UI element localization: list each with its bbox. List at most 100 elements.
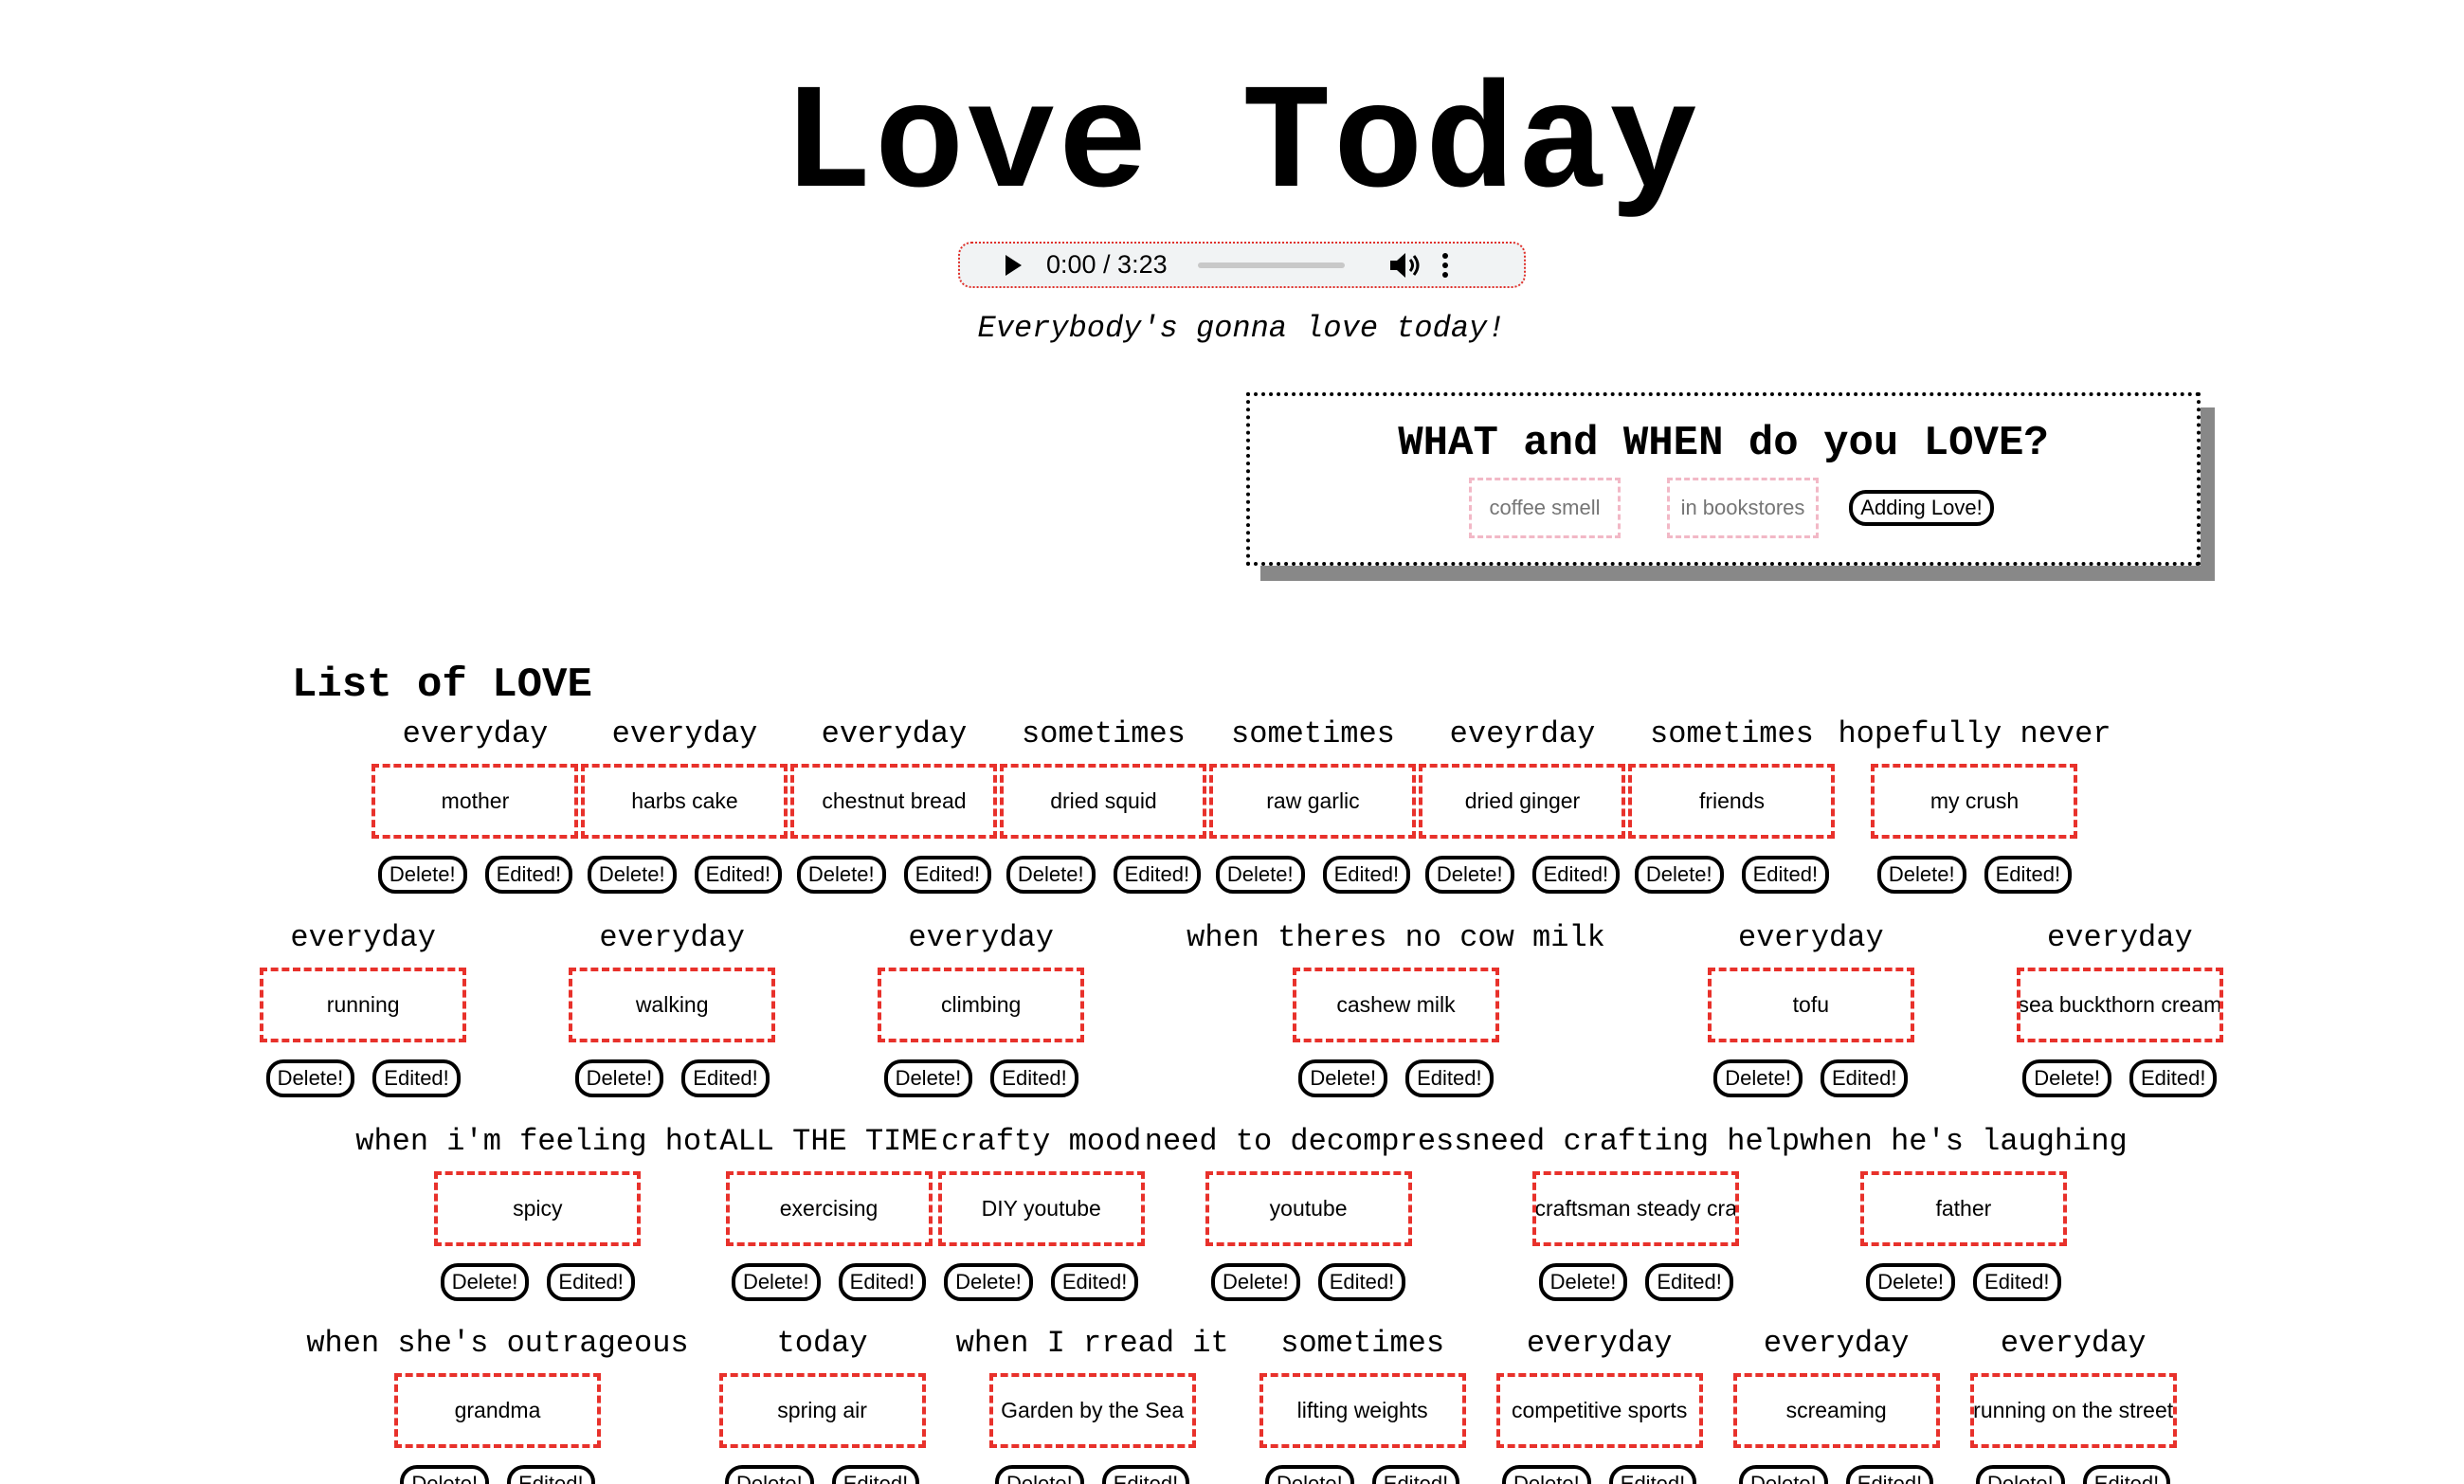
delete-button[interactable]: Delete! [265,1059,355,1097]
love-item-what: running [260,968,467,1042]
love-item-actions: Delete! Edited! [1210,1263,1406,1301]
delete-button[interactable]: Delete! [1265,1465,1354,1484]
love-item-when: everyday [402,716,549,751]
when-input[interactable] [1667,478,1819,538]
edit-button[interactable]: Edited! [831,1465,920,1484]
love-item-actions: Delete! Edited! [1976,1465,2171,1484]
edit-button[interactable]: Edited! [1113,856,1202,894]
edit-button[interactable]: Edited! [1322,856,1411,894]
edit-button[interactable]: Edited! [1645,1263,1733,1301]
edit-button[interactable]: Edited! [1741,856,1830,894]
delete-button[interactable]: Delete! [1210,1263,1300,1301]
love-item-what: sea buckthorn cream [2016,968,2223,1042]
page: Love Today 0:00 / 3:23 Everybody's gonna… [0,0,2464,1484]
edit-button[interactable]: Edited! [1050,1263,1139,1301]
edit-button[interactable]: Edited! [2082,1465,2171,1484]
edit-button[interactable]: Edited! [372,1059,461,1097]
delete-button[interactable]: Delete! [587,856,677,894]
delete-button[interactable]: Delete! [377,856,467,894]
edit-button[interactable]: Edited! [507,1465,595,1484]
love-item-actions: Delete! Edited! [377,856,573,894]
love-item-what: climbing [878,968,1085,1042]
love-item: need to decompress youtube Delete! Edited! [1145,1118,1472,1301]
love-item-actions: Delete! Edited! [1713,1059,1909,1097]
audio-player[interactable]: 0:00 / 3:23 [958,242,1526,288]
edit-button[interactable]: Edited! [838,1263,927,1301]
delete-button[interactable]: Delete! [1876,856,1966,894]
love-item-actions: Delete! Edited! [1265,1465,1460,1484]
play-icon[interactable] [1006,254,1022,276]
delete-button[interactable]: Delete! [1502,1465,1591,1484]
delete-button[interactable]: Delete! [1424,856,1514,894]
delete-button[interactable]: Delete! [1739,1465,1828,1484]
delete-button[interactable]: Delete! [400,1465,490,1484]
love-item-actions: Delete! Edited! [265,1059,461,1097]
delete-button[interactable]: Delete! [1006,856,1096,894]
edit-button[interactable]: Edited! [1101,1465,1190,1484]
add-love-button[interactable]: Adding Love! [1849,490,1994,526]
delete-button[interactable]: Delete! [1215,856,1305,894]
edit-button[interactable]: Edited! [1845,1465,1934,1484]
love-item: everyday chestnut bread Delete! Edited! [790,711,998,894]
delete-button[interactable]: Delete! [731,1263,821,1301]
delete-button[interactable]: Delete! [944,1263,1033,1301]
edit-button[interactable]: Edited! [1531,856,1621,894]
edit-button[interactable]: Edited! [681,1059,770,1097]
delete-button[interactable]: Delete! [440,1263,530,1301]
edit-button[interactable]: Edited! [1984,856,2073,894]
love-item-what: youtube [1205,1171,1412,1246]
delete-button[interactable]: Delete! [2022,1059,2111,1097]
add-form-heading: WHAT and WHEN do you LOVE? [1398,420,2049,467]
delete-button[interactable]: Delete! [574,1059,664,1097]
love-item: sometimes friends Delete! Edited! [1628,711,1836,894]
edit-button[interactable]: Edited! [1820,1059,1909,1097]
love-item-actions: Delete! Edited! [2022,1059,2218,1097]
love-item-what: DIY youtube [937,1171,1145,1246]
love-item-actions: Delete! Edited! [995,1465,1190,1484]
what-input[interactable] [1469,478,1621,538]
delete-button[interactable]: Delete! [1713,1059,1803,1097]
volume-icon[interactable] [1388,251,1422,280]
love-item: everyday walking Delete! Edited! [569,914,776,1097]
delete-button[interactable]: Delete! [883,1059,973,1097]
edit-button[interactable]: Edited! [694,856,783,894]
edit-button[interactable]: Edited! [903,856,992,894]
love-item-actions: Delete! Edited! [574,1059,770,1097]
edit-button[interactable]: Edited! [547,1263,635,1301]
edit-button[interactable]: Edited! [1371,1465,1460,1484]
edit-button[interactable]: Edited! [1405,1059,1494,1097]
love-item-when: ALL THE TIME [719,1124,938,1159]
love-item-what: lifting weights [1259,1373,1466,1448]
edit-button[interactable]: Edited! [2129,1059,2218,1097]
love-item-when: everyday [2047,920,2193,955]
audio-progress-bar[interactable] [1197,262,1345,268]
love-item-when: need crafting help [1472,1124,1801,1159]
edit-button[interactable]: Edited! [990,1059,1078,1097]
love-item-what: exercising [725,1171,933,1246]
edit-button[interactable]: Edited! [1608,1465,1697,1484]
delete-button[interactable]: Delete! [1538,1263,1628,1301]
love-item-what: father [1859,1171,2067,1246]
love-item-when: when theres no cow milk [1187,920,1605,955]
love-list-row: everyday mother Delete! Edited! everyday harb… [284,711,2199,900]
love-item-actions: Delete! Edited! [1424,856,1621,894]
love-item-when: everyday [2000,1326,2147,1361]
delete-button[interactable]: Delete! [1976,1465,2065,1484]
edit-button[interactable]: Edited! [1973,1263,2061,1301]
delete-button[interactable]: Delete! [1866,1263,1956,1301]
delete-button[interactable]: Delete! [1298,1059,1388,1097]
love-item-what: running on the street [1969,1373,2177,1448]
delete-button[interactable]: Delete! [725,1465,814,1484]
love-item-actions: Delete! Edited! [587,856,783,894]
delete-button[interactable]: Delete! [995,1465,1084,1484]
delete-button[interactable]: Delete! [1634,856,1724,894]
love-item-when: when she's outrageous [306,1326,689,1361]
love-item: when theres no cow milk cashew milk Delete… [1187,914,1605,1097]
more-options-icon[interactable] [1441,251,1449,280]
love-item-when: everyday [611,716,758,751]
love-item: everyday harbs cake Delete! Edited! [581,711,788,894]
delete-button[interactable]: Delete! [796,856,886,894]
love-item: sometimes dried squid Delete! Edited! [1000,711,1207,894]
edit-button[interactable]: Edited! [484,856,573,894]
edit-button[interactable]: Edited! [1317,1263,1406,1301]
